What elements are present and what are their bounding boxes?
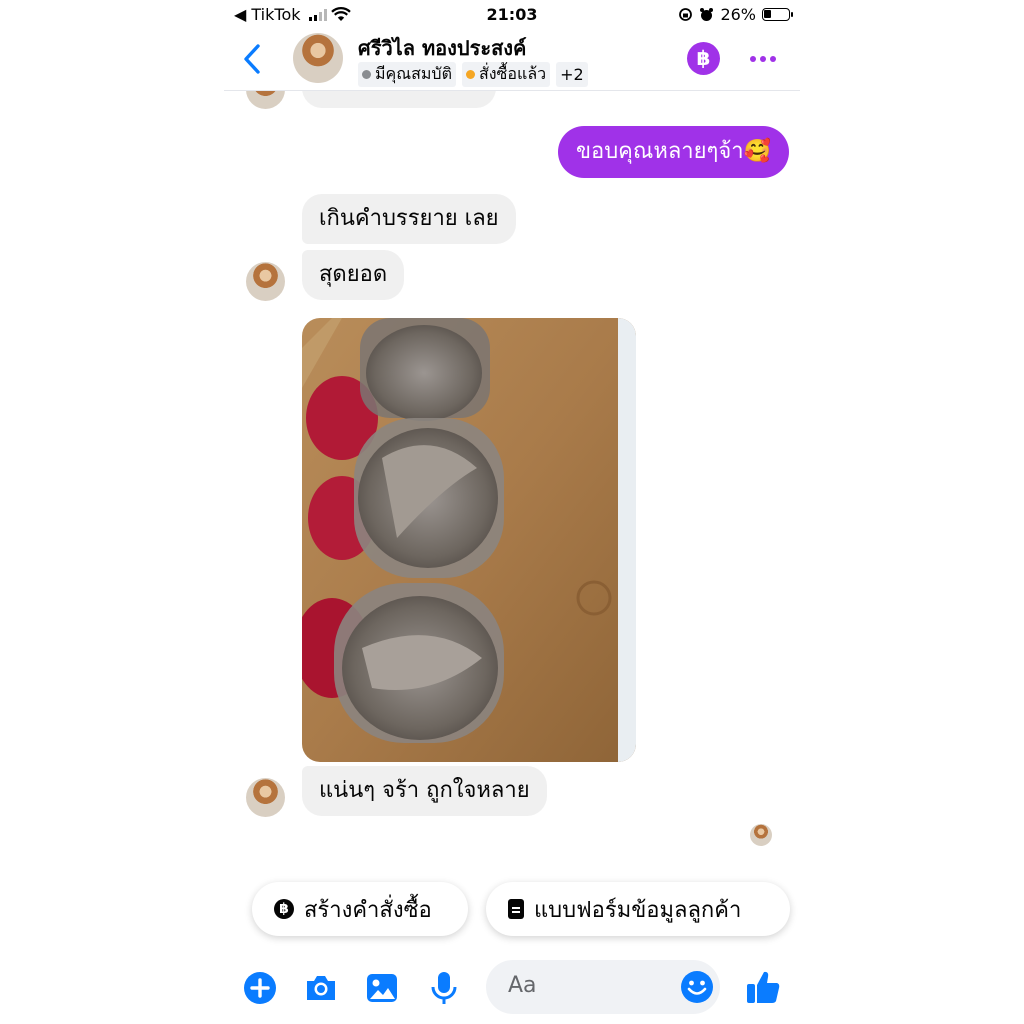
alarm-icon xyxy=(700,8,714,21)
camera-icon[interactable] xyxy=(303,970,339,1006)
conversation-header: ศรีวิไล ทองประสงค์ มีคุณสมบัติ สั่งซื้อแ… xyxy=(224,30,800,91)
status-right: 26% xyxy=(678,5,793,24)
baht-icon[interactable]: ฿ xyxy=(687,42,720,75)
battery-percent: 26% xyxy=(720,5,756,24)
microphone-icon[interactable] xyxy=(426,970,462,1006)
document-icon xyxy=(508,899,524,919)
battery-icon xyxy=(762,8,793,21)
customer-form-label: แบบฟอร์มข้อมูลลูกค้า xyxy=(534,897,742,923)
tag-label: มีคุณสมบัติ xyxy=(375,64,452,83)
create-order-label: สร้างคำสั่งซื้อ xyxy=(304,897,432,923)
tag-qualified[interactable]: มีคุณสมบัติ xyxy=(358,62,456,87)
sender-avatar xyxy=(246,262,285,301)
read-receipt-avatar xyxy=(750,824,772,846)
status-dot xyxy=(465,70,475,79)
received-message[interactable]: สุดยอด xyxy=(302,250,405,300)
status-dot xyxy=(362,70,371,79)
tag-ordered[interactable]: สั่งซื้อแล้ว xyxy=(461,62,551,87)
photo-image xyxy=(302,318,636,762)
customer-form-button[interactable]: แบบฟอร์มข้อมูลลูกค้า xyxy=(486,882,790,936)
received-photo[interactable] xyxy=(302,318,636,762)
emoji-icon[interactable] xyxy=(680,970,714,1004)
received-message[interactable]: เกินคำบรรยาย เลย xyxy=(302,194,516,244)
image-icon[interactable] xyxy=(364,970,400,1006)
thumbs-up-icon[interactable] xyxy=(744,968,782,1006)
message-input-placeholder: Aa xyxy=(508,973,537,998)
tag-label: สั่งซื้อแล้ว xyxy=(478,64,547,83)
sent-message[interactable]: ขอบคุณหลายๆจ้า🥰 xyxy=(557,126,789,178)
contact-name[interactable]: ศรีวิไล ทองประสงค์ xyxy=(358,32,526,64)
more-icon[interactable] xyxy=(750,56,776,62)
messenger-screen: ◀ TikTok 21:03 26% ศรีวิไล ทองประสงค์ มี… xyxy=(224,0,800,1024)
contact-avatar[interactable] xyxy=(293,33,343,83)
received-message[interactable]: แน่นๆ จร้า ถูกใจหลาย xyxy=(302,766,547,816)
create-order-button[interactable]: ฿ สร้างคำสั่งซื้อ xyxy=(252,882,468,936)
baht-icon: ฿ xyxy=(274,899,294,919)
sender-avatar xyxy=(246,778,285,817)
status-bar: ◀ TikTok 21:03 26% xyxy=(224,0,800,30)
contact-tags: มีคุณสมบัติ สั่งซื้อแล้ว +2 xyxy=(358,62,588,87)
rotation-lock-icon xyxy=(679,8,693,21)
chevron-left-icon[interactable] xyxy=(238,42,268,76)
more-tags-badge[interactable]: +2 xyxy=(556,62,588,87)
message-input[interactable]: Aa xyxy=(486,960,720,1014)
plus-icon[interactable] xyxy=(242,970,278,1006)
